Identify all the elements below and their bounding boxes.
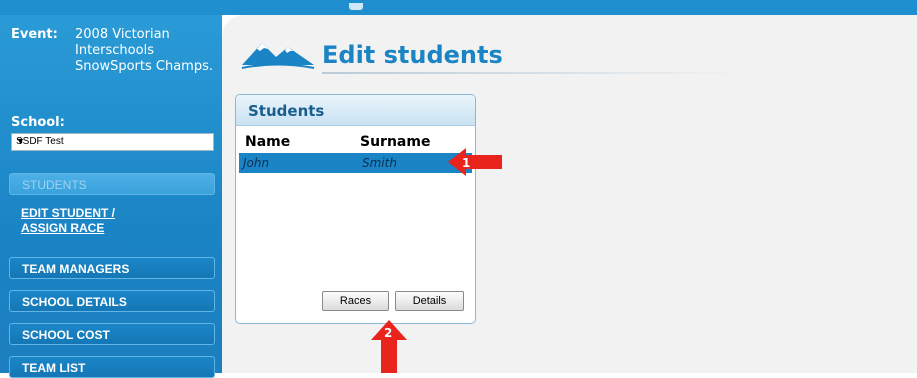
top-bar bbox=[0, 0, 917, 15]
details-button[interactable]: Details bbox=[395, 291, 464, 311]
page-title: Edit students bbox=[322, 41, 503, 69]
nav-label: EDIT STUDENT / ASSIGN RACE bbox=[21, 206, 116, 235]
annotation-number-2: 2 bbox=[384, 326, 392, 340]
students-panel: Students Name Surname John Smith Races D… bbox=[235, 94, 476, 324]
nav-label: SCHOOL DETAILS bbox=[22, 295, 127, 309]
column-header-name: Name bbox=[245, 134, 291, 150]
school-label: School: bbox=[11, 115, 65, 130]
nav-school-details[interactable]: SCHOOL DETAILS bbox=[9, 290, 215, 312]
mountain-logo-icon bbox=[241, 43, 315, 69]
nav-team-list[interactable]: TEAM LIST bbox=[9, 356, 215, 378]
annotation-arrow-1: 1 bbox=[448, 148, 502, 176]
annotation-number-1: 1 bbox=[462, 156, 470, 170]
cell-name: John bbox=[243, 156, 270, 170]
nav-edit-student-assign-race[interactable]: EDIT STUDENT / ASSIGN RACE bbox=[9, 198, 215, 240]
column-header-surname: Surname bbox=[360, 134, 431, 150]
nav-team-managers[interactable]: TEAM MANAGERS bbox=[9, 257, 215, 279]
panel-title: Students bbox=[248, 102, 325, 120]
nav-students[interactable]: STUDENTS bbox=[9, 173, 215, 195]
nav-school-cost[interactable]: SCHOOL COST bbox=[9, 323, 215, 345]
sidebar: Event: 2008 Victorian Interschools SnowS… bbox=[0, 15, 222, 378]
nav-label: STUDENTS bbox=[22, 178, 87, 192]
chevron-down-icon: ▼ bbox=[16, 136, 25, 146]
top-bar-tab bbox=[349, 3, 363, 10]
nav-label: TEAM MANAGERS bbox=[22, 262, 130, 276]
event-label: Event: bbox=[11, 27, 58, 42]
annotation-arrow-2: 2 bbox=[371, 320, 407, 373]
school-select[interactable]: SSDF Test ▼ bbox=[11, 133, 214, 151]
races-button[interactable]: Races bbox=[322, 291, 389, 311]
table-row[interactable]: John Smith bbox=[239, 153, 472, 173]
nav-label: SCHOOL COST bbox=[22, 328, 110, 342]
title-divider bbox=[322, 72, 747, 74]
event-name: 2008 Victorian Interschools SnowSports C… bbox=[75, 27, 213, 74]
panel-header: Students bbox=[236, 95, 475, 126]
cell-surname: Smith bbox=[362, 156, 397, 170]
main-content: Edit students Students Name Surname John… bbox=[222, 15, 917, 373]
